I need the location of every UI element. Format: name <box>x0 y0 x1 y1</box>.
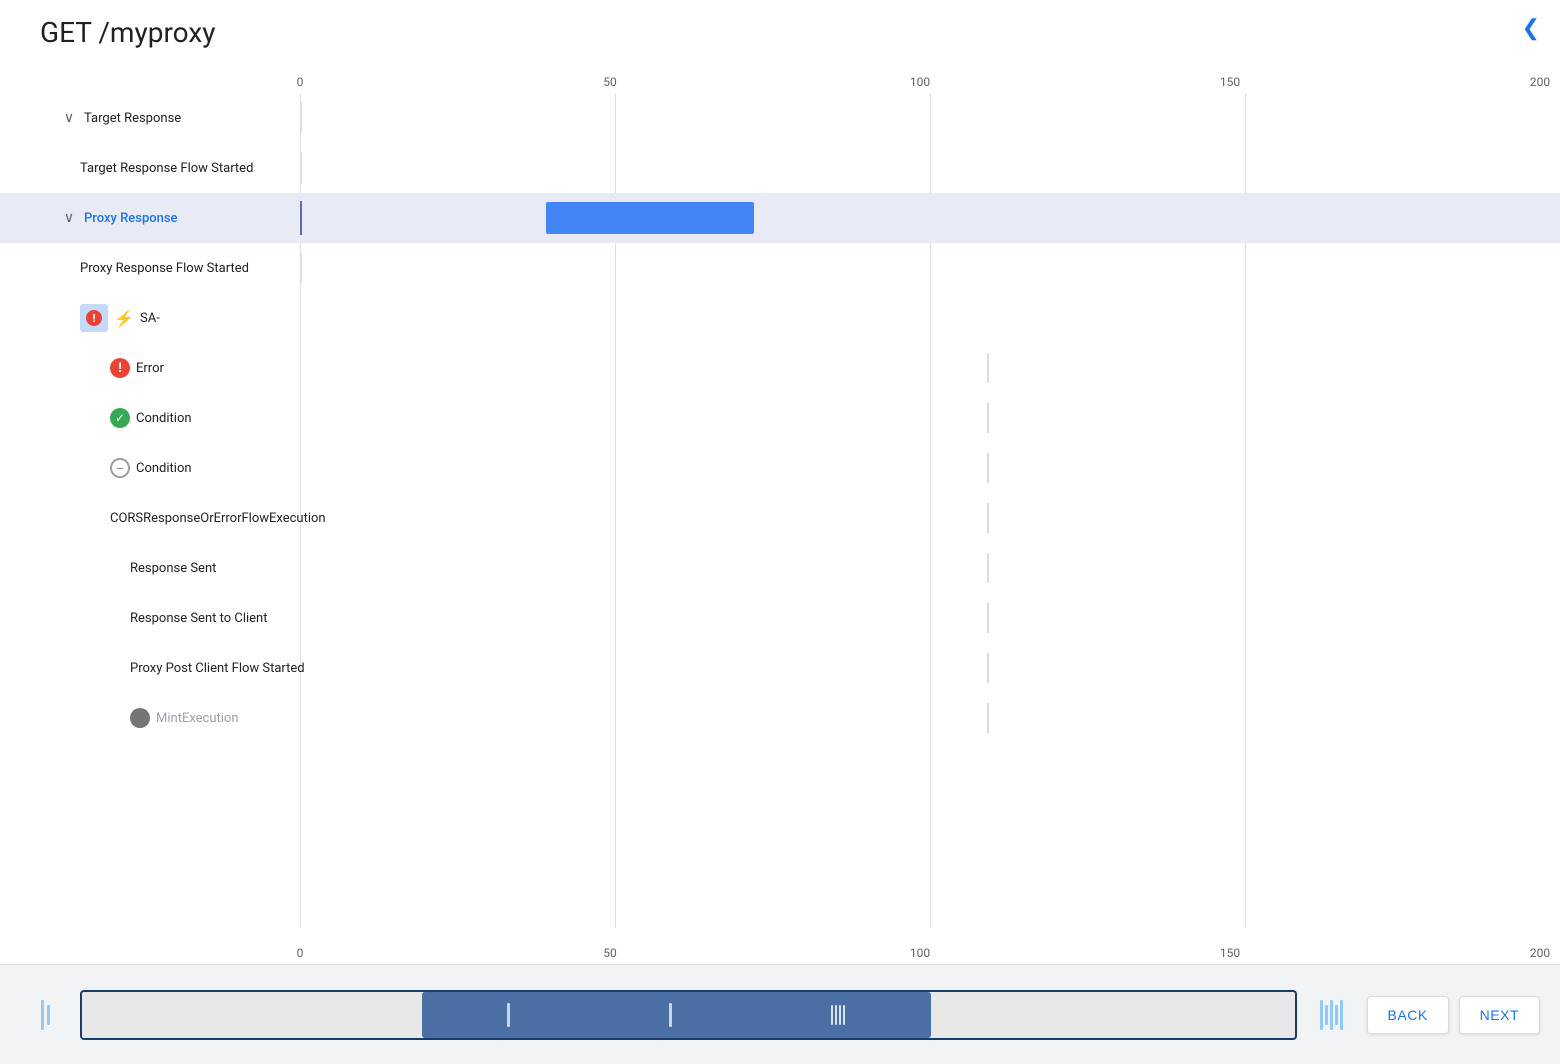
rows-wrapper: ∨ Target Response Target Response Flow S… <box>0 93 1560 928</box>
row-target-response-flow: Target Response Flow Started <box>0 143 1560 193</box>
row-sa: ! ⚡ SA- <box>0 293 1560 343</box>
minus-icon: − <box>110 458 130 478</box>
scroll-track[interactable] <box>80 990 1297 1040</box>
axis-tick-b-150: 150 <box>1220 946 1240 960</box>
share-icon: ⚡ <box>114 308 134 328</box>
bar-cell <box>300 393 1560 443</box>
mini-scroll-right <box>1307 990 1357 1040</box>
bar-cell <box>300 93 1560 143</box>
row-label: Error <box>136 361 164 376</box>
collapse-panel-button[interactable]: ❮ <box>1522 16 1540 41</box>
row-proxy-post-client: Proxy Post Client Flow Started <box>0 643 1560 693</box>
error-icon: ! <box>110 358 130 378</box>
collapse-icon[interactable]: ∨ <box>60 209 78 227</box>
bar-cell <box>300 543 1560 593</box>
row-proxy-response-flow: Proxy Response Flow Started <box>0 243 1560 293</box>
bar-cell <box>300 493 1560 543</box>
row-target-response: ∨ Target Response <box>0 93 1560 143</box>
axis-tick-b-200: 200 <box>1530 946 1550 960</box>
row-proxy-response: ∨ Proxy Response <box>0 193 1560 243</box>
check-icon: ✓ <box>110 408 130 428</box>
axis-tick-200: 200 <box>1530 75 1550 89</box>
row-label: Proxy Response Flow Started <box>80 261 249 276</box>
scroll-thumb[interactable] <box>422 992 931 1038</box>
axis-tick-50: 50 <box>603 75 617 89</box>
bar-cell <box>300 143 1560 193</box>
nav-buttons: BACK NEXT <box>1367 996 1540 1034</box>
proxy-response-bar <box>546 202 754 234</box>
row-label: Condition <box>136 411 192 426</box>
bar-cell <box>300 643 1560 693</box>
row-condition-2: − Condition <box>0 443 1560 493</box>
row-label: SA- <box>140 311 160 326</box>
bar-cell <box>300 243 1560 293</box>
row-response-sent-client: Response Sent to Client <box>0 593 1560 643</box>
sa-icon-box: ! <box>80 304 108 332</box>
row-error: ! Error <box>0 343 1560 393</box>
row-label: Proxy Post Client Flow Started <box>130 661 305 676</box>
circle-gray-icon <box>130 708 150 728</box>
axis-tick-b-50: 50 <box>603 946 617 960</box>
bar-cell <box>300 343 1560 393</box>
next-button[interactable]: NEXT <box>1459 996 1540 1034</box>
bottom-area: BACK NEXT <box>0 964 1560 1064</box>
row-mint-execution: MintExecution <box>0 693 1560 743</box>
row-label: Condition <box>136 461 192 476</box>
error-icon: ! <box>86 310 102 326</box>
axis-tick-100: 100 <box>910 75 930 89</box>
chart-content: ∨ Target Response Target Response Flow S… <box>0 93 1560 928</box>
axis-tick-150: 150 <box>1220 75 1240 89</box>
row-response-sent: Response Sent <box>0 543 1560 593</box>
row-label: Target Response Flow Started <box>80 161 253 176</box>
row-label: Response Sent to Client <box>130 611 267 626</box>
row-label: MintExecution <box>156 711 239 726</box>
row-label: Target Response <box>84 111 181 126</box>
axis-bottom: 0 50 100 150 200 <box>0 928 1560 964</box>
row-label: Proxy Response <box>84 211 178 226</box>
mini-scroll-left <box>20 990 70 1040</box>
bar-cell <box>300 693 1560 743</box>
row-condition-1: ✓ Condition <box>0 393 1560 443</box>
main-container: GET /myproxy ❮ 0 50 100 150 200 <box>0 0 1560 1064</box>
bar-cell <box>300 593 1560 643</box>
bar-cell <box>300 293 1560 343</box>
row-cors: CORSResponseOrErrorFlowExecution <box>0 493 1560 543</box>
axis-tick-0: 0 <box>297 75 304 89</box>
row-label: CORSResponseOrErrorFlowExecution <box>110 511 326 526</box>
axis-tick-b-0: 0 <box>297 946 304 960</box>
axis-top: 0 50 100 150 200 <box>0 57 1560 93</box>
axis-tick-b-100: 100 <box>910 946 930 960</box>
bar-cell <box>300 193 1560 243</box>
bar-cell <box>300 443 1560 493</box>
page-title: GET /myproxy <box>20 0 235 57</box>
collapse-icon[interactable]: ∨ <box>60 109 78 127</box>
row-label: Response Sent <box>130 561 216 576</box>
back-button[interactable]: BACK <box>1367 996 1449 1034</box>
